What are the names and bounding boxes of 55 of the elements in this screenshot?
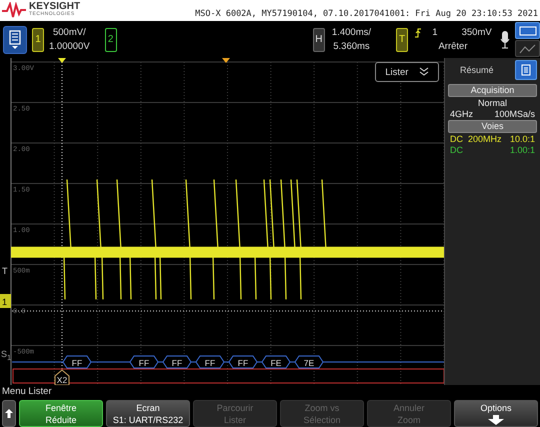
decode-packet: 7E <box>294 356 324 368</box>
lister-button[interactable]: Lister <box>375 62 439 82</box>
waveform-icon <box>518 44 536 54</box>
horizontal-button[interactable]: H <box>312 28 325 52</box>
down-arrow-icon <box>487 414 505 424</box>
microphone-icon[interactable] <box>500 30 510 50</box>
window-icon <box>518 26 536 36</box>
measure-button[interactable] <box>515 40 540 57</box>
channel-coupling: DC <box>450 145 463 155</box>
display-button[interactable] <box>515 22 540 39</box>
channel-1-marker: 1 <box>0 294 11 308</box>
softkey-button[interactable]: Fenêtre Réduite <box>19 400 103 427</box>
time-scale: 1.400ms/ <box>332 27 371 38</box>
run-status: Arrêter <box>438 41 468 52</box>
decode-packet: FF <box>129 356 159 368</box>
decode-packet: FE <box>261 356 291 368</box>
acquisition-mode: Normal <box>476 98 508 108</box>
menu-title: Menu Lister <box>1 385 53 399</box>
up-arrow-button[interactable] <box>2 400 16 427</box>
brand-name: KEYSIGHT <box>29 2 80 12</box>
channel-coupling: DC 200MHz <box>450 134 502 144</box>
acquisition-button[interactable]: Acquisition <box>448 84 537 97</box>
menu-icon <box>521 64 531 76</box>
chevron-down-icon <box>418 67 429 77</box>
softkey-button[interactable]: Ecran S1: UART/RS232 <box>106 400 190 427</box>
up-arrow-icon <box>5 409 13 418</box>
channel-2-button[interactable]: 2 <box>104 28 117 52</box>
decode-packet: FF <box>195 356 225 368</box>
decode-packet: FF <box>162 356 192 368</box>
trigger-level-marker: T <box>2 266 8 276</box>
bandwidth-value: 4GHz <box>450 109 474 119</box>
channel-offset: 1.00000V <box>49 41 90 52</box>
softkey-button[interactable]: Options <box>454 400 538 427</box>
rising-edge-icon <box>414 28 422 38</box>
decode-packet: FF <box>62 356 92 368</box>
probe-ratio: 10.0:1 <box>510 134 535 144</box>
logo-wave-icon <box>2 2 26 18</box>
decode-packet: FF <box>228 356 258 368</box>
menu-button[interactable] <box>3 26 27 54</box>
trigger-button[interactable]: T <box>396 28 408 52</box>
time-delay: 5.360ms <box>333 41 370 52</box>
trigger-position-icon <box>58 58 66 63</box>
trigger-source: 1 <box>432 27 438 38</box>
trigger-level: 350mV <box>462 27 492 38</box>
channel-scale: 500mV/ <box>52 27 86 38</box>
channels-button[interactable]: Voies <box>448 120 537 133</box>
menu-icon <box>8 30 22 50</box>
sample-rate: 100MSa/s <box>494 109 535 119</box>
probe-ratio: 1.00:1 <box>510 145 535 155</box>
panel-title: Résumé <box>460 65 494 75</box>
channel-1-button[interactable]: 1 <box>32 28 44 52</box>
panel-menu-button[interactable] <box>515 60 537 80</box>
reference-position-icon <box>222 58 230 63</box>
cursor-marker: X2 <box>54 369 70 385</box>
window-title: MSO-X 6002A, MY57190104, 07.10.2017041001: Fri Aug 20 23:10:53 2021 <box>195 9 538 19</box>
